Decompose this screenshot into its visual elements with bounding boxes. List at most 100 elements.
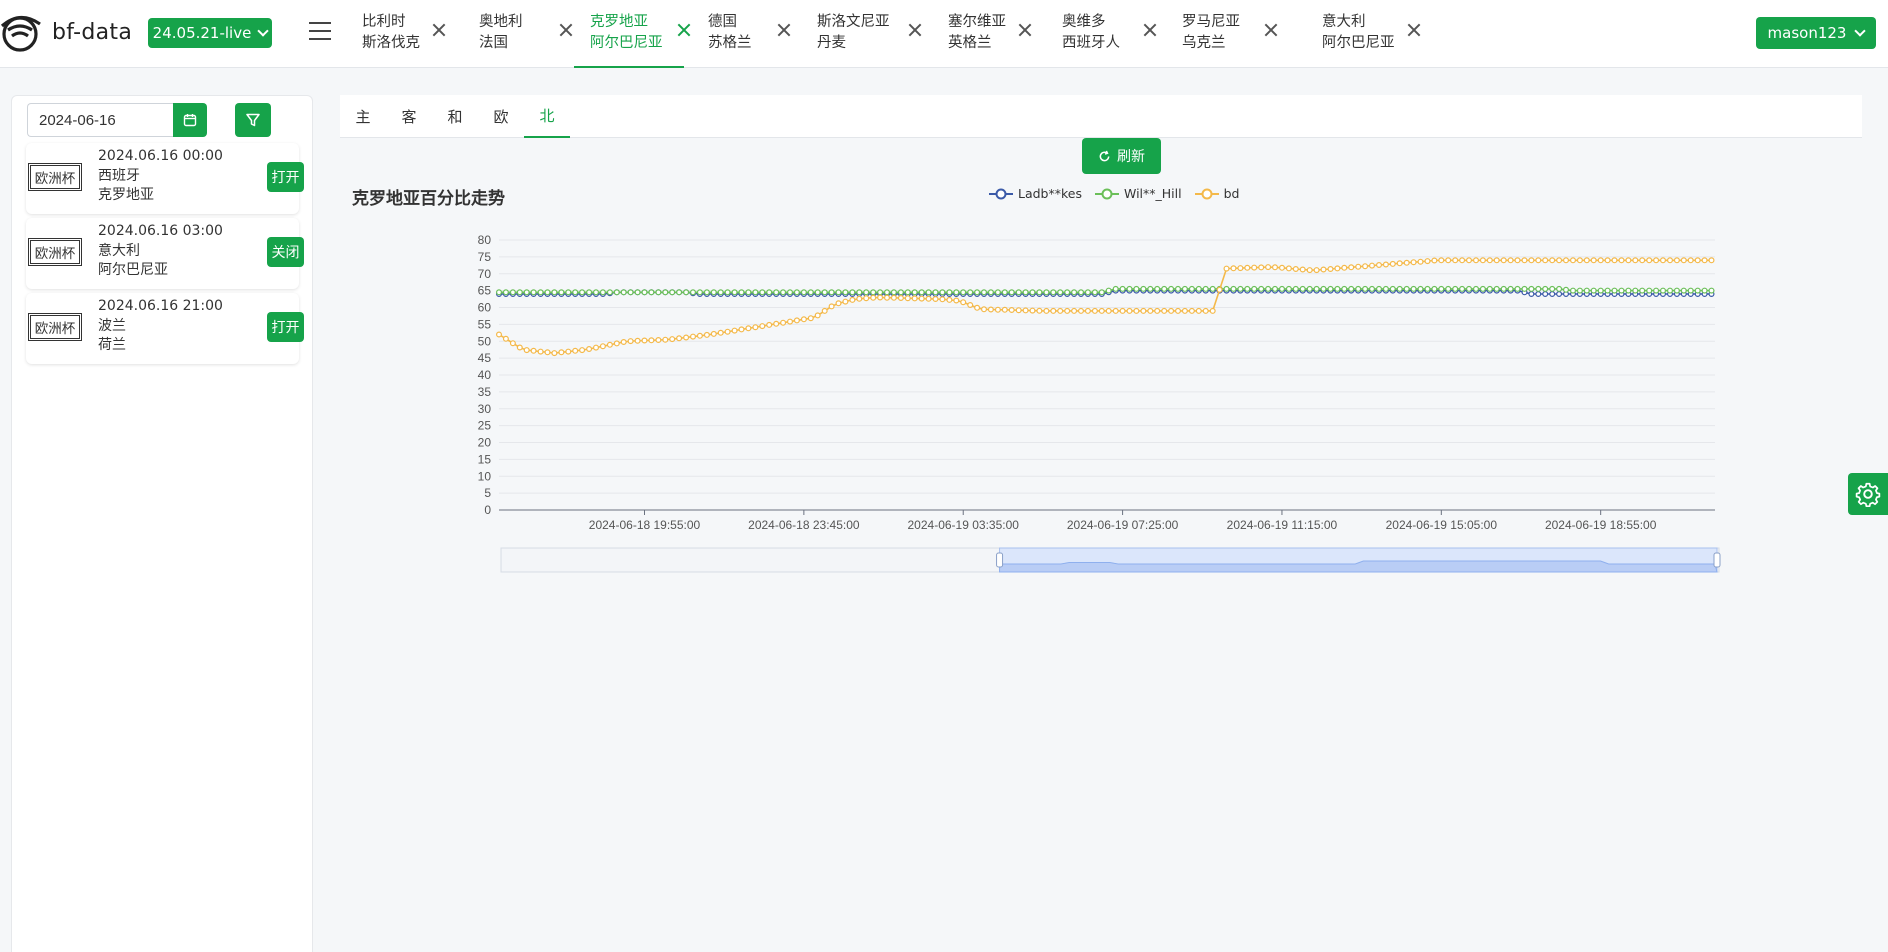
close-icon[interactable]	[776, 22, 792, 38]
data-point	[1549, 291, 1556, 298]
match-card[interactable]: 欧洲杯 2024.06.16 21:00 波兰 荷兰 打开	[26, 293, 304, 364]
data-point	[877, 294, 884, 301]
match-tab[interactable]: 奥地利 法国	[463, 0, 570, 68]
data-point	[1299, 285, 1306, 292]
data-point	[1244, 285, 1251, 292]
data-point	[1479, 285, 1486, 292]
zoom-handle-right[interactable]	[1713, 552, 1721, 568]
close-icon[interactable]	[907, 22, 923, 38]
data-point	[1653, 257, 1660, 264]
match-info: 2024.06.16 21:00 波兰 荷兰	[98, 297, 223, 356]
data-point	[994, 306, 1001, 313]
close-icon[interactable]	[1017, 22, 1033, 38]
match-tab[interactable]: 克罗地亚 阿尔巴尼亚	[574, 0, 684, 68]
data-point	[835, 300, 842, 307]
data-point	[987, 289, 994, 296]
data-point	[1666, 287, 1673, 294]
data-point	[1258, 264, 1265, 271]
data-point	[1043, 307, 1050, 314]
data-point	[641, 289, 648, 296]
match-tab[interactable]: 斯洛文尼亚 丹麦	[801, 0, 919, 68]
data-point	[1168, 307, 1175, 314]
filter-icon	[246, 113, 260, 127]
calendar-button[interactable]	[173, 103, 207, 137]
match-card[interactable]: 欧洲杯 2024.06.16 00:00 西班牙 克罗地亚 打开	[26, 143, 304, 214]
data-point	[1639, 257, 1646, 264]
user-menu-button[interactable]: mason123	[1756, 17, 1876, 49]
match-action-button[interactable]: 打开	[267, 312, 304, 342]
match-tab-label[interactable]: 意大利 阿尔巴尼亚	[1322, 12, 1395, 54]
match-action-button[interactable]: 关闭	[267, 237, 304, 267]
app-logo[interactable]: bf-data	[0, 12, 132, 52]
tab-away-team: 法国	[479, 35, 508, 51]
data-point	[662, 336, 669, 343]
match-time: 2024.06.16 21:00	[98, 298, 223, 314]
data-point	[544, 349, 551, 356]
data-point	[1528, 291, 1535, 298]
match-action-button[interactable]: 打开	[267, 162, 304, 192]
data-point	[1008, 289, 1015, 296]
data-point	[717, 329, 724, 336]
match-tab[interactable]: 比利时 斯洛伐克	[346, 0, 454, 68]
filter-button[interactable]	[235, 103, 271, 137]
data-point	[1597, 287, 1604, 294]
data-point	[1105, 287, 1112, 294]
data-point	[586, 289, 593, 296]
data-point	[1583, 287, 1590, 294]
app-header: bf-data 24.05.21-live 比利时 斯洛伐克 奥地利 法国 克罗地亚 阿尔…	[0, 0, 1888, 68]
data-point	[1001, 306, 1008, 313]
match-tab[interactable]: 塞尔维亚 英格兰	[932, 0, 1040, 68]
match-tab-label[interactable]: 奥维多 西班牙人	[1062, 12, 1120, 54]
data-point	[731, 289, 738, 296]
match-tab-label[interactable]: 罗马尼亚 乌克兰	[1182, 12, 1240, 54]
match-tab-label[interactable]: 克罗地亚 阿尔巴尼亚	[590, 12, 663, 54]
close-icon[interactable]	[1263, 22, 1279, 38]
x-tick-label: 2024-06-19 15:05:00	[1386, 518, 1498, 532]
data-point	[1022, 307, 1029, 314]
data-point	[1459, 257, 1466, 264]
data-point	[1195, 285, 1202, 292]
match-tab-label[interactable]: 德国 苏格兰	[708, 12, 752, 54]
close-icon[interactable]	[676, 22, 692, 38]
data-point	[1341, 264, 1348, 271]
y-tick-label: 70	[478, 267, 492, 281]
data-point	[1694, 257, 1701, 264]
data-point	[793, 317, 800, 324]
hamburger-menu-icon[interactable]	[309, 22, 331, 40]
data-point	[980, 289, 987, 296]
data-point	[724, 289, 731, 296]
data-point	[752, 289, 759, 296]
y-tick-label: 10	[478, 469, 492, 483]
close-icon[interactable]	[1406, 22, 1422, 38]
data-point	[890, 294, 897, 301]
match-tab-label[interactable]: 比利时 斯洛伐克	[362, 12, 420, 54]
logo-icon	[0, 15, 41, 52]
match-tab-label[interactable]: 塞尔维亚 英格兰	[948, 12, 1006, 54]
data-point	[509, 340, 516, 347]
match-tab[interactable]: 德国 苏格兰	[692, 0, 800, 68]
zoom-handle-left[interactable]	[996, 552, 1004, 568]
close-icon[interactable]	[1142, 22, 1158, 38]
data-point	[1535, 291, 1542, 298]
version-dropdown[interactable]: 24.05.21-live	[148, 18, 272, 48]
match-tab-label[interactable]: 奥地利 法国	[479, 12, 523, 54]
data-point	[1708, 287, 1715, 294]
settings-button[interactable]	[1848, 473, 1888, 515]
data-point	[627, 338, 634, 345]
data-point	[710, 289, 717, 296]
data-point	[1181, 307, 1188, 314]
match-tab-label[interactable]: 斯洛文尼亚 丹麦	[817, 12, 890, 54]
match-tab[interactable]: 罗马尼亚 乌克兰	[1166, 0, 1284, 68]
match-card[interactable]: 欧洲杯 2024.06.16 03:00 意大利 阿尔巴尼亚 关闭	[26, 218, 304, 289]
date-input[interactable]	[27, 103, 173, 137]
data-point	[1701, 257, 1708, 264]
data-point	[1424, 258, 1431, 265]
data-point	[1237, 285, 1244, 292]
match-tab[interactable]: 奥维多 西班牙人	[1046, 0, 1164, 68]
data-point	[1618, 287, 1625, 294]
data-point	[1528, 257, 1535, 264]
data-point	[634, 337, 641, 344]
close-icon[interactable]	[558, 22, 574, 38]
match-tab[interactable]: 意大利 阿尔巴尼亚	[1306, 0, 1424, 68]
close-icon[interactable]	[431, 22, 447, 38]
